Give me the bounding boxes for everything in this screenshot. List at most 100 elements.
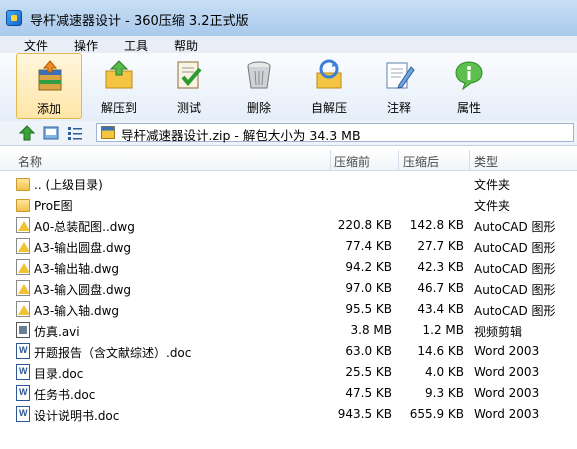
column-divider[interactable] [330, 150, 331, 170]
file-type: 文件夹 [474, 199, 511, 213]
file-size-before: 3.8 MB [350, 323, 392, 337]
file-type: Word 2003 [474, 407, 540, 421]
file-row[interactable]: A3-输出圆盘.dwg 77.4 KB 27.7 KB AutoCAD 图形 [0, 236, 577, 257]
file-name: 仿真.avi [34, 325, 80, 339]
address-bar: 导杆减速器设计.zip - 解包大小为 34.3 MB [0, 121, 577, 146]
file-type: AutoCAD 图形 [474, 304, 556, 318]
file-size-after: 142.8 KB [409, 218, 464, 232]
info-icon [455, 61, 483, 91]
file-name: A3-输出轴.dwg [34, 262, 120, 276]
menu-file[interactable]: 文件 [24, 37, 48, 54]
dwg-file-icon [16, 259, 30, 275]
comment-label: 注释 [386, 101, 411, 115]
column-before[interactable]: 压缩前 [334, 153, 370, 170]
column-type[interactable]: 类型 [474, 153, 498, 170]
menu-bar: 文件 操作 工具 帮助 [0, 36, 577, 53]
dwg-file-icon [16, 301, 30, 317]
properties-button[interactable]: 属性 [436, 53, 502, 119]
path-field[interactable]: 导杆减速器设计.zip - 解包大小为 34.3 MB [96, 123, 574, 143]
title-bar: 导杆减速器设计 - 360压缩 3.2正式版 [0, 0, 577, 36]
file-row[interactable]: .. (上级目录) 文件夹 [0, 173, 577, 194]
file-name: 设计说明书.doc [34, 409, 120, 423]
file-type: AutoCAD 图形 [474, 220, 556, 234]
trash-icon [247, 61, 271, 89]
file-type: Word 2003 [474, 344, 540, 358]
menu-help[interactable]: 帮助 [174, 37, 198, 54]
file-name: .. (上级目录) [34, 178, 103, 192]
up-arrow-icon[interactable] [18, 124, 36, 142]
extract-to-button[interactable]: 解压到 [86, 53, 152, 119]
file-size-before: 943.5 KB [337, 407, 392, 421]
column-divider[interactable] [398, 150, 399, 170]
file-row[interactable]: A3-输出轴.dwg 94.2 KB 42.3 KB AutoCAD 图形 [0, 257, 577, 278]
file-row[interactable]: 仿真.avi 3.8 MB 1.2 MB 视频剪辑 [0, 320, 577, 341]
self-extract-button[interactable]: 自解压 [296, 53, 362, 119]
file-size-after: 1.2 MB [422, 323, 464, 337]
file-row[interactable]: ProE图 文件夹 [0, 194, 577, 215]
self-extract-icon [316, 59, 342, 89]
file-type: AutoCAD 图形 [474, 241, 556, 255]
zip-icon [101, 126, 115, 139]
toolbar: 添加 解压到 测试 删除 自解压 注释 属性 [0, 53, 577, 122]
window-title: 导杆减速器设计 - 360压缩 3.2正式版 [30, 14, 249, 29]
menu-operate[interactable]: 操作 [74, 37, 98, 54]
extract-to-label: 解压到 [100, 101, 137, 115]
delete-label: 删除 [246, 101, 271, 115]
file-size-after: 4.0 KB [425, 365, 464, 379]
file-size-before: 95.5 KB [345, 302, 392, 316]
file-size-after: 42.3 KB [417, 260, 464, 274]
file-row[interactable]: A3-输入圆盘.dwg 97.0 KB 46.7 KB AutoCAD 图形 [0, 278, 577, 299]
file-row[interactable]: A3-输入轴.dwg 95.5 KB 43.4 KB AutoCAD 图形 [0, 299, 577, 320]
file-name: A3-输出圆盘.dwg [34, 241, 132, 255]
file-name: 目录.doc [34, 367, 84, 381]
file-type: AutoCAD 图形 [474, 262, 556, 276]
file-size-before: 25.5 KB [345, 365, 392, 379]
file-size-after: 46.7 KB [417, 281, 464, 295]
add-archive-icon [38, 60, 62, 91]
file-type: Word 2003 [474, 386, 540, 400]
file-name: A3-输入轴.dwg [34, 304, 120, 318]
comment-icon [386, 62, 415, 89]
properties-label: 属性 [456, 101, 481, 115]
delete-button[interactable]: 删除 [226, 53, 292, 119]
dwg-file-icon [16, 238, 30, 254]
test-label: 测试 [176, 101, 201, 115]
file-name: ProE图 [34, 199, 73, 213]
column-name[interactable]: 名称 [18, 153, 42, 170]
comment-button[interactable]: 注释 [366, 53, 432, 119]
column-divider[interactable] [469, 150, 470, 170]
file-name: 任务书.doc [34, 388, 96, 402]
file-type: AutoCAD 图形 [474, 283, 556, 297]
dwg-file-icon [16, 280, 30, 296]
file-row[interactable]: 目录.doc 25.5 KB 4.0 KB Word 2003 [0, 362, 577, 383]
file-size-after: 14.6 KB [417, 344, 464, 358]
add-label: 添加 [36, 102, 61, 116]
file-size-after: 27.7 KB [417, 239, 464, 253]
view-list-icon[interactable] [66, 124, 84, 142]
column-after[interactable]: 压缩后 [403, 153, 439, 170]
file-size-after: 43.4 KB [417, 302, 464, 316]
file-row[interactable]: A0-总装配图..dwg 220.8 KB 142.8 KB AutoCAD 图形 [0, 215, 577, 236]
file-row[interactable]: 设计说明书.doc 943.5 KB 655.9 KB Word 2003 [0, 404, 577, 425]
doc-file-icon [16, 385, 30, 401]
add-button[interactable]: 添加 [16, 53, 82, 119]
file-row[interactable]: 开题报告（含文献综述）.doc 63.0 KB 14.6 KB Word 2003 [0, 341, 577, 362]
file-row[interactable]: 任务书.doc 47.5 KB 9.3 KB Word 2003 [0, 383, 577, 404]
doc-file-icon [16, 406, 30, 422]
folder-icon [16, 178, 30, 191]
view-thumbnail-icon[interactable] [42, 124, 60, 142]
doc-file-icon [16, 343, 30, 359]
file-size-before: 47.5 KB [345, 386, 392, 400]
file-size-after: 655.9 KB [409, 407, 464, 421]
extract-to-icon [105, 60, 133, 89]
app-icon [6, 10, 22, 26]
self-extract-label: 自解压 [310, 101, 347, 115]
file-size-before: 94.2 KB [345, 260, 392, 274]
file-type: 视频剪辑 [474, 325, 523, 339]
column-header: 名称 压缩前 压缩后 类型 [0, 150, 577, 171]
menu-tools[interactable]: 工具 [124, 37, 148, 54]
doc-file-icon [16, 364, 30, 380]
test-button[interactable]: 测试 [156, 53, 222, 119]
file-type: 文件夹 [474, 178, 511, 192]
file-name: 开题报告（含文献综述）.doc [34, 346, 192, 360]
